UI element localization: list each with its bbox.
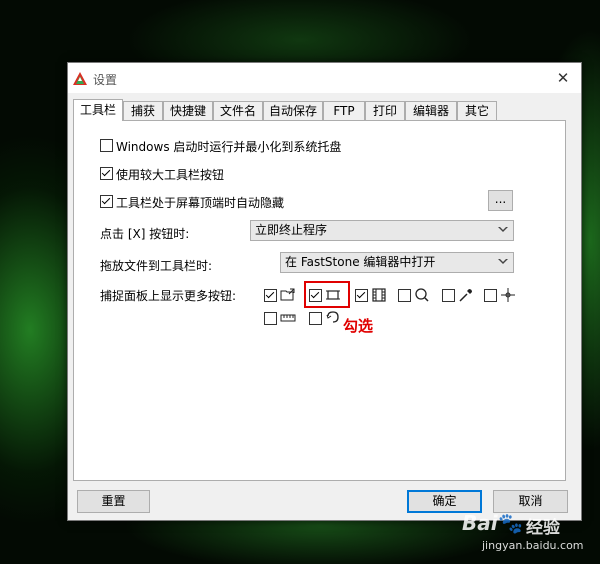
- color-picker-icon: [459, 289, 472, 302]
- ok-button[interactable]: 确定: [407, 490, 482, 513]
- app-logo-icon: [73, 72, 87, 85]
- reset-button[interactable]: 重置: [77, 490, 150, 513]
- more-btn-picker-checkbox[interactable]: [442, 289, 455, 302]
- large-buttons-checkbox[interactable]: [100, 167, 113, 180]
- highlight-box: [304, 281, 350, 308]
- more-btn-ruler-checkbox[interactable]: [264, 312, 277, 325]
- tab-ftp[interactable]: FTP: [323, 101, 365, 120]
- toolbar-settings-panel: Windows 启动时运行并最小化到系统托盘 使用较大工具栏按钮 工具栏处于屏幕…: [73, 120, 566, 481]
- crosshair-icon: [501, 288, 515, 302]
- cancel-button[interactable]: 取消: [493, 490, 568, 513]
- watermark-paw-icon: 🐾: [498, 511, 523, 535]
- settings-dialog: 设置 ✕ 工具栏 捕获 快捷键 文件名 自动保存 FTP 打印 编辑器 其它 W…: [67, 62, 582, 521]
- ruler-icon: [280, 314, 296, 322]
- annotation-text: 勾选: [343, 317, 374, 335]
- large-buttons-label: 使用较大工具栏按钮: [116, 168, 225, 182]
- tab-print[interactable]: 打印: [365, 101, 405, 120]
- more-btn-open-checkbox[interactable]: [264, 289, 277, 302]
- tab-toolbar[interactable]: 工具栏: [73, 99, 123, 121]
- scroll-capture-icon: [326, 311, 339, 323]
- drag-file-value: 在 FastStone 编辑器中打开: [285, 255, 436, 269]
- tab-hotkeys[interactable]: 快捷键: [163, 101, 213, 120]
- window-title: 设置: [93, 73, 118, 87]
- startup-checkbox[interactable]: [100, 139, 113, 152]
- more-btn-scroll-checkbox[interactable]: [309, 312, 322, 325]
- open-folder-icon: [280, 288, 295, 301]
- more-buttons-label: 捕捉面板上显示更多按钮:: [100, 289, 237, 303]
- startup-label: Windows 启动时运行并最小化到系统托盘: [116, 140, 342, 154]
- close-click-select[interactable]: 立即终止程序: [250, 220, 514, 241]
- chevron-down-icon: [498, 227, 508, 232]
- close-click-label: 点击 [X] 按钮时:: [100, 227, 190, 241]
- autohide-checkbox[interactable]: [100, 195, 113, 208]
- title-bar: 设置 ✕: [68, 63, 581, 93]
- watermark-url: jingyan.baidu.com: [482, 539, 584, 552]
- watermark-brand: Bai: [462, 511, 498, 535]
- close-click-value: 立即终止程序: [255, 223, 328, 237]
- autohide-more-button[interactable]: ...: [488, 190, 513, 211]
- tab-filename[interactable]: 文件名: [213, 101, 263, 120]
- tab-capture[interactable]: 捕获: [123, 101, 163, 120]
- drag-file-select[interactable]: 在 FastStone 编辑器中打开: [280, 252, 514, 273]
- watermark-brand-tail: 经验: [526, 518, 560, 538]
- tab-autosave[interactable]: 自动保存: [263, 101, 323, 120]
- magnifier-icon: [415, 288, 429, 302]
- more-btn-magnifier-checkbox[interactable]: [398, 289, 411, 302]
- more-btn-crosshair-checkbox[interactable]: [484, 289, 497, 302]
- video-record-icon: [372, 288, 386, 302]
- drag-file-label: 拖放文件到工具栏时:: [100, 259, 213, 273]
- chevron-down-icon: [498, 259, 508, 264]
- more-btn-video-checkbox[interactable]: [355, 289, 368, 302]
- tab-editor[interactable]: 编辑器: [405, 101, 457, 120]
- tab-other[interactable]: 其它: [457, 101, 497, 120]
- autohide-label: 工具栏处于屏幕顶端时自动隐藏: [116, 196, 285, 210]
- close-button[interactable]: ✕: [553, 68, 573, 88]
